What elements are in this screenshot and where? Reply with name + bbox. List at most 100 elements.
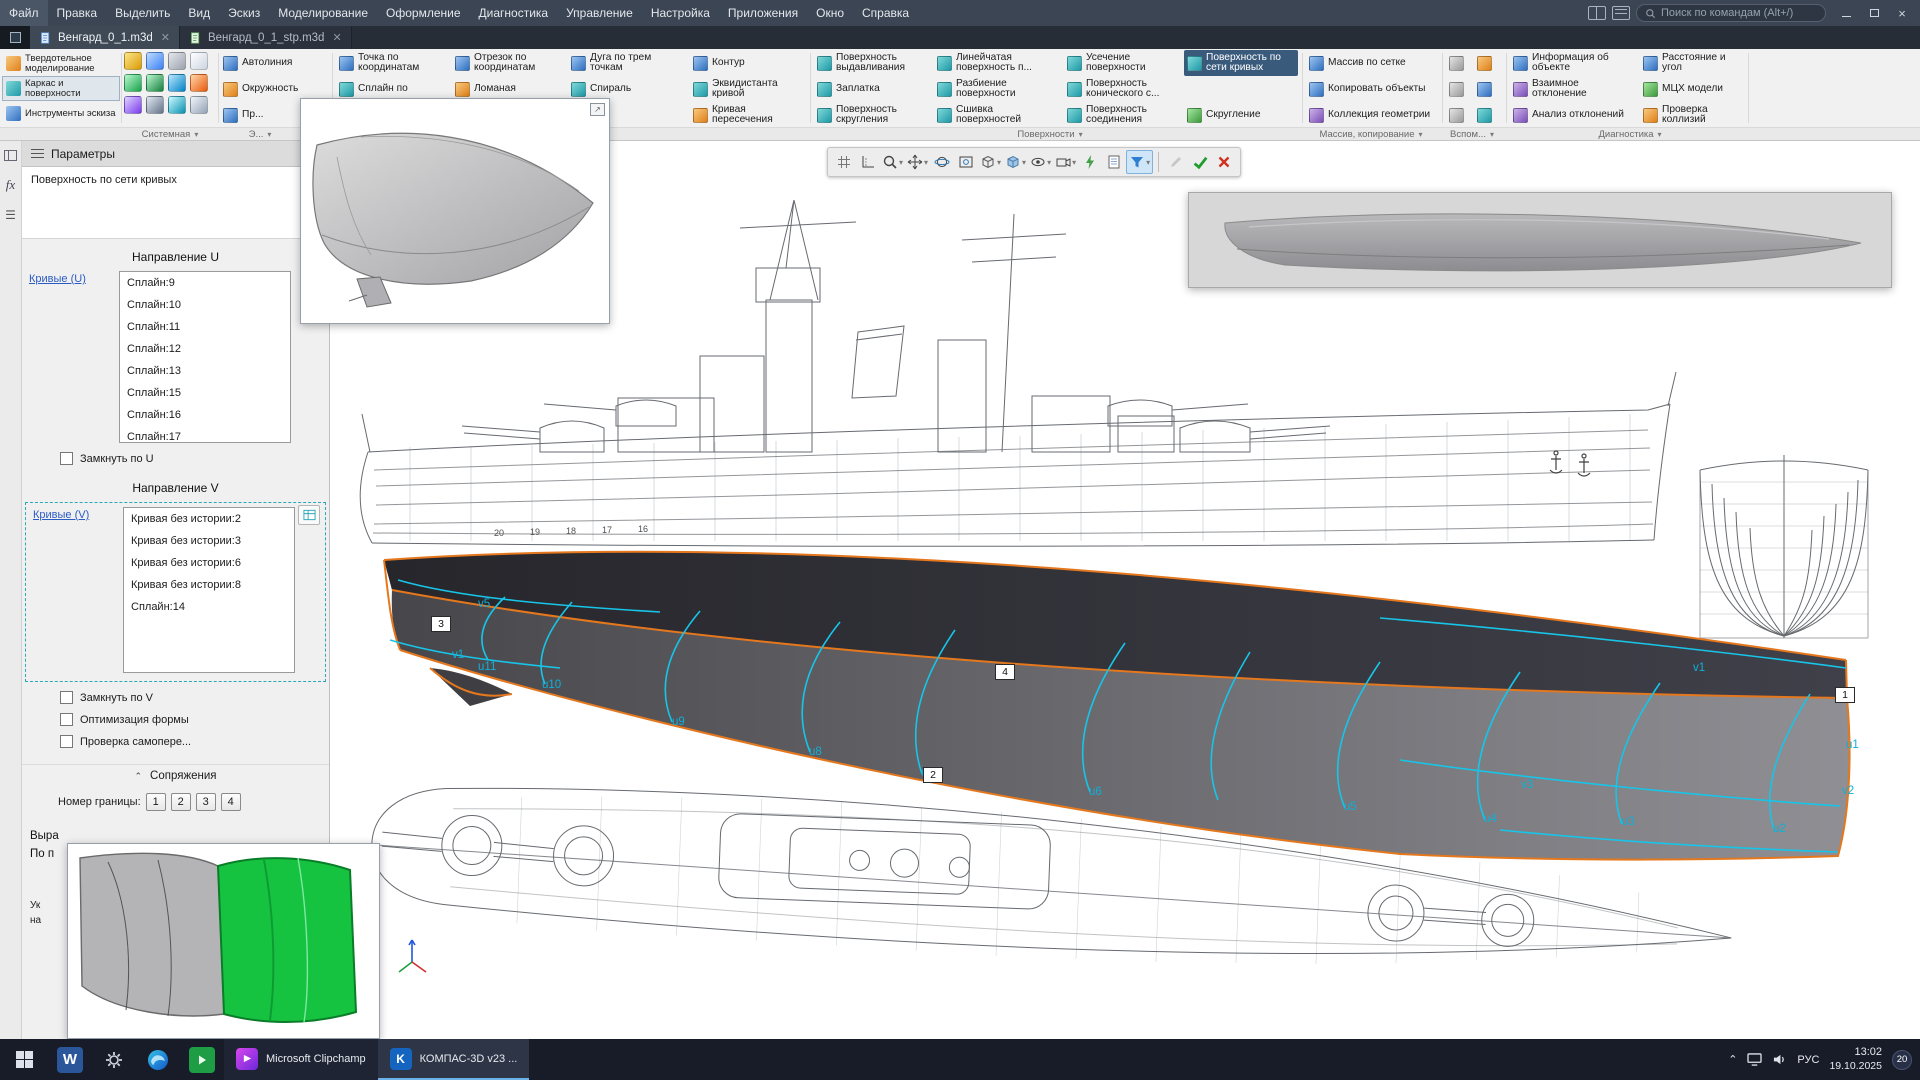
snap-grid-button[interactable] (832, 150, 856, 174)
taskbar-word-button[interactable]: W (48, 1039, 92, 1080)
parameters-panel-icon[interactable] (3, 147, 19, 163)
list-item[interactable]: Кривая без истории:6 (124, 552, 294, 574)
curves-v-list[interactable]: Кривая без истории:2 Кривая без истории:… (123, 507, 295, 673)
list-item[interactable]: Кривая без истории:8 (124, 574, 294, 596)
tool-split-surface[interactable]: Разбиение поверхности (934, 76, 1062, 102)
boundary-marker[interactable]: 1 (1835, 687, 1855, 703)
tool-object-info[interactable]: Информация об объекте (1510, 50, 1634, 76)
start-button[interactable] (0, 1039, 48, 1080)
language-indicator[interactable]: РУС (1797, 1054, 1819, 1066)
list-item[interactable]: Сплайн:14 (124, 596, 294, 618)
taskbar-clipchamp-window[interactable]: Microsoft Clipchamp (224, 1039, 378, 1080)
hide-show-button[interactable]: ▾ (1028, 150, 1053, 174)
tool-knit-surfaces[interactable]: Сшивка поверхностей (934, 102, 1062, 128)
preview-window-hull-side[interactable] (1188, 192, 1892, 288)
list-item[interactable]: Сплайн:16 (120, 404, 290, 426)
properties-icon[interactable] (124, 96, 142, 114)
copy-icon[interactable] (168, 74, 186, 92)
list-item[interactable]: Сплайн:9 (120, 272, 290, 294)
checkbox-icon[interactable] (60, 691, 73, 704)
boundary-button-2[interactable]: 2 (171, 793, 191, 811)
menu-settings[interactable]: Настройка (642, 0, 719, 26)
list-item[interactable]: Сплайн:15 (120, 382, 290, 404)
zoom-fit-button[interactable] (954, 150, 978, 174)
caption-aux[interactable]: Вспом...▾ (1440, 128, 1504, 141)
close-v-checkbox-row[interactable]: Замкнуть по V (60, 691, 329, 704)
hull-surface-model[interactable] (384, 552, 1850, 860)
notification-badge[interactable]: 20 (1892, 1050, 1912, 1070)
tool-fillet[interactable]: Скругление (1184, 102, 1298, 128)
list-item[interactable]: Кривая без истории:3 (124, 530, 294, 552)
tool-aux-contour[interactable] (1474, 76, 1498, 102)
ruler-button[interactable] (856, 150, 880, 174)
print-icon[interactable] (168, 52, 186, 70)
boundary-marker[interactable]: 2 (923, 767, 943, 783)
menu-manage[interactable]: Управление (557, 0, 642, 26)
rebuild-icon[interactable] (168, 96, 186, 114)
list-item[interactable]: Сплайн:11 (120, 316, 290, 338)
menu-select[interactable]: Выделить (106, 0, 179, 26)
menu-sketch[interactable]: Эскиз (219, 0, 269, 26)
menu-diagnostics[interactable]: Диагностика (470, 0, 558, 26)
tool-fillet-surface[interactable]: Поверхность скругления (814, 102, 932, 128)
boundary-marker[interactable]: 4 (995, 664, 1015, 680)
list-item[interactable]: Кривая без истории:2 (124, 508, 294, 530)
taskbar-browser-button[interactable] (136, 1039, 180, 1080)
tool-copy-objects[interactable]: Копировать объекты (1306, 76, 1434, 102)
orientation-button[interactable]: ▾ (978, 150, 1003, 174)
cancel-operation-button[interactable] (1212, 150, 1236, 174)
maximize-button[interactable] (1860, 0, 1888, 26)
close-u-checkbox-row[interactable]: Замкнуть по U (60, 452, 329, 465)
tool-grid-pattern[interactable]: Массив по сетке (1306, 50, 1434, 76)
save-icon[interactable] (146, 52, 164, 70)
taskbar-clock[interactable]: 13:02 19.10.2025 (1829, 1046, 1882, 1073)
mode-wireframe-surfaces[interactable]: Каркас и поверхности (2, 76, 120, 101)
tool-arc-3-points[interactable]: Дуга по трем точкам (568, 50, 686, 76)
pan-button[interactable]: ▾ (905, 150, 930, 174)
tool-aux-plane[interactable] (1446, 50, 1470, 76)
list-item[interactable]: Сплайн:10 (120, 294, 290, 316)
caption-surfaces[interactable]: Поверхности▾ (960, 128, 1140, 141)
tool-offset-curve[interactable]: Эквидистанта кривой (690, 76, 806, 102)
boundary-button-4[interactable]: 4 (221, 793, 241, 811)
tray-expand-icon[interactable]: ⌃ (1728, 1053, 1737, 1066)
menu-view[interactable]: Вид (179, 0, 219, 26)
orbit-button[interactable] (930, 150, 954, 174)
keypad-icon[interactable] (1612, 6, 1630, 20)
self-intersection-checkbox-row[interactable]: Проверка самопере... (60, 735, 329, 748)
confirm-operation-button[interactable] (1188, 150, 1212, 174)
tool-aux-axis[interactable] (1446, 76, 1470, 102)
tool-intersection-curve[interactable]: Кривая пересечения (690, 102, 806, 128)
conjugation-section-header[interactable]: ⌃ Сопряжения (22, 764, 329, 787)
variables-fx-icon[interactable]: fx (3, 177, 19, 193)
boundary-marker[interactable]: 3 (431, 616, 451, 632)
tab-close-icon[interactable]: ✕ (332, 31, 341, 44)
tool-aux-point[interactable] (1446, 102, 1470, 128)
command-search[interactable] (1636, 4, 1826, 22)
tool-distance-angle[interactable]: Расстояние и угол (1640, 50, 1744, 76)
tool-aux-cs[interactable] (1474, 50, 1498, 76)
tool-collision-check[interactable]: Проверка коллизий (1640, 102, 1744, 128)
mode-sketch-tools[interactable]: Инструменты эскиза (2, 101, 120, 126)
mode-solid-modeling[interactable]: Твердотельное моделирование (2, 51, 120, 76)
curves-v-link[interactable]: Кривые (V) (33, 507, 123, 521)
menu-edit[interactable]: Правка (48, 0, 107, 26)
preview-window-surface-patch[interactable] (67, 843, 380, 1039)
expand-window-icon[interactable]: ↗ (590, 103, 605, 116)
minimize-button[interactable] (1832, 0, 1860, 26)
list-item[interactable]: Сплайн:12 (120, 338, 290, 360)
speaker-icon[interactable] (1772, 1053, 1787, 1066)
open-document-icon[interactable] (124, 52, 142, 70)
tool-autoline[interactable]: Автолиния (220, 50, 328, 76)
checkbox-icon[interactable] (60, 735, 73, 748)
taskbar-kompas-window[interactable]: K КОМПАС-3D v23 ... (378, 1039, 530, 1080)
curves-u-link[interactable]: Кривые (U) (29, 271, 119, 285)
help-icon[interactable] (190, 96, 208, 114)
tab-vengard-m3d[interactable]: Венгард_0_1.m3d ✕ (30, 26, 180, 49)
menu-applications[interactable]: Приложения (719, 0, 807, 26)
optimize-checkbox-row[interactable]: Оптимизация формы (60, 713, 329, 726)
tool-mutual-deviation[interactable]: Взаимное отклонение (1510, 76, 1634, 102)
preview-icon[interactable] (190, 52, 208, 70)
section-view-button[interactable]: ▾ (1053, 150, 1078, 174)
tool-trim-surface[interactable]: Усечение поверхности (1064, 50, 1182, 76)
